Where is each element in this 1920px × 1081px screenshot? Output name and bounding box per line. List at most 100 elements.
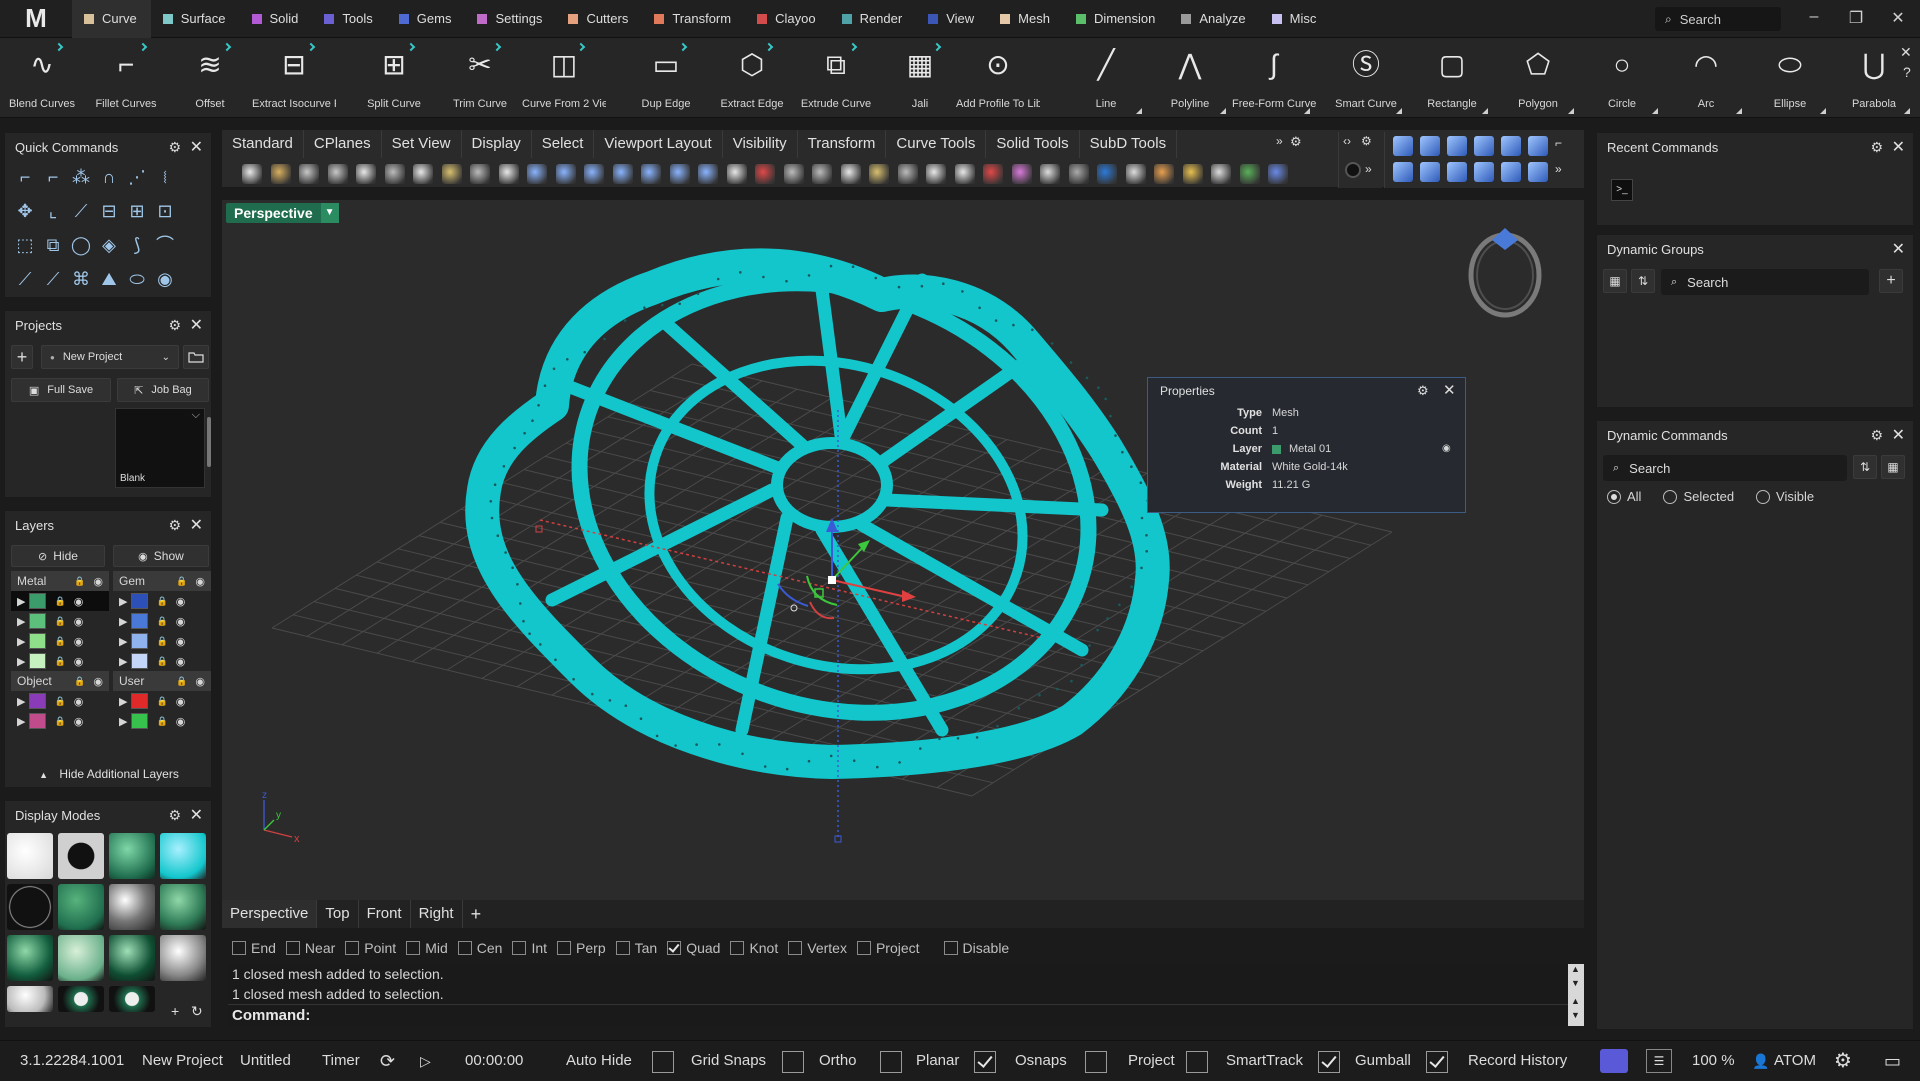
osnap-perp[interactable]: Perp [557, 940, 606, 956]
gear-icon[interactable]: ⚙ [1361, 134, 1372, 148]
folder-icon[interactable] [183, 345, 209, 369]
cplane-icon[interactable] [1474, 162, 1494, 182]
lock-icon[interactable]: 🔒 [156, 696, 167, 707]
play-icon[interactable]: ▶ [17, 655, 25, 668]
display-mode-thumbnail[interactable] [160, 833, 206, 879]
toolbar-tab-display[interactable]: Display [462, 130, 532, 158]
layer-group-gem[interactable]: Gem 🔒 ◉ [113, 571, 211, 591]
toolbar-icon[interactable] [1211, 164, 1231, 184]
quick-command-icon[interactable]: ⬭ [125, 267, 149, 291]
layer-row[interactable]: ▶ 🔒 ◉ [113, 611, 211, 631]
chat-icon[interactable]: ▭ [1884, 1041, 1901, 1081]
project-select[interactable]: ● New Project ⌄ [41, 345, 179, 369]
toolbar-tab-transform[interactable]: Transform [798, 130, 887, 158]
display-mode-thumbnail[interactable] [58, 833, 104, 879]
layer-row[interactable]: ▶ 🔒 ◉ [113, 631, 211, 651]
menu-tab-transform[interactable]: Transform [642, 0, 745, 38]
lock-icon[interactable]: 🔒 [156, 656, 167, 667]
display-mode-thumbnail[interactable] [160, 884, 206, 930]
ribbon-extrude-curve-button[interactable]: ⧉ Extrude Curve [794, 38, 878, 118]
eye-icon[interactable]: ◉ [74, 715, 84, 728]
cplane-icon[interactable] [1420, 162, 1440, 182]
play-icon[interactable]: ▶ [119, 595, 127, 608]
lock-icon[interactable]: 🔒 [176, 676, 187, 687]
layer-row[interactable]: ▶ 🔒 ◉ [11, 631, 109, 651]
reset-timer-icon[interactable]: ⟳ [380, 1041, 395, 1081]
toolbar-icon[interactable] [270, 164, 291, 184]
checkbox[interactable] [457, 941, 472, 955]
eye-icon[interactable]: ◉ [74, 595, 84, 608]
menu-tab-view[interactable]: View [916, 0, 988, 38]
toolbar-icon[interactable] [698, 164, 718, 184]
layer-group-metal[interactable]: Metal 🔒 ◉ [11, 571, 109, 591]
close-icon[interactable]: ✕ [190, 515, 203, 535]
flyout-triangle-icon[interactable] [1652, 108, 1658, 114]
command-scrollbar[interactable]: ▲ ▼ ▲ ▼ [1568, 964, 1584, 1026]
play-icon[interactable]: ▶ [17, 615, 25, 628]
full-save-button[interactable]: ▣ Full Save [11, 378, 111, 402]
lock-icon[interactable]: 🔒 [54, 716, 65, 727]
ribbon-blend-curves-button[interactable]: ∿ Blend Curves [0, 38, 84, 118]
ribbon-free-form-curve-button[interactable]: ∫ Free-Form Curve [1232, 38, 1316, 118]
toolbar-icon[interactable] [441, 164, 462, 184]
quick-command-icon[interactable]: ⧉ [41, 233, 65, 257]
lock-icon[interactable]: 🔒 [156, 716, 167, 727]
eye-icon[interactable]: ◉ [195, 575, 205, 588]
play-icon[interactable]: ▶ [17, 715, 25, 728]
eye-icon[interactable]: ◉ [74, 615, 84, 628]
toolbar-icon[interactable] [1125, 164, 1146, 184]
osnap-project[interactable]: Project [856, 940, 920, 956]
layer-row[interactable]: ▶ 🔒 ◉ [113, 691, 211, 711]
ribbon-add-profile-to-libr-button[interactable]: ⊙ Add Profile To Libr... [956, 38, 1040, 118]
edit-icon[interactable]: ⌵ [192, 409, 200, 422]
quick-command-icon[interactable]: ⟋ [13, 267, 37, 291]
quick-command-icon[interactable]: ⬚ [13, 233, 37, 257]
quick-command-icon[interactable]: ◈ [97, 233, 121, 257]
toolbar-icon[interactable] [641, 164, 661, 184]
calculator-icon[interactable]: ▦ [1603, 269, 1627, 293]
osnap-mid[interactable]: Mid [406, 940, 448, 956]
status-toggle-checkbox[interactable] [880, 1051, 902, 1073]
quick-command-icon[interactable]: ⊡ [153, 199, 177, 223]
play-icon[interactable]: ▶ [119, 615, 127, 628]
cplane-icon[interactable] [1447, 136, 1467, 156]
layer-color-swatch[interactable] [29, 713, 47, 729]
sphere-icon[interactable] [1345, 162, 1361, 178]
play-icon[interactable]: ▶ [119, 695, 127, 708]
flyout-triangle-icon[interactable] [1568, 108, 1574, 114]
ribbon-ellipse-button[interactable]: ⬭ Ellipse [1748, 38, 1832, 118]
user-icon[interactable]: 👤 [1752, 1041, 1769, 1081]
osnap-knot[interactable]: Knot [730, 940, 778, 956]
toolbar-icon[interactable] [1268, 164, 1288, 184]
close-window-button[interactable]: ✕ [1884, 8, 1912, 30]
toolbar-icon[interactable] [584, 164, 604, 184]
close-icon[interactable]: ✕ [1892, 137, 1905, 157]
toolbar-tab-standard[interactable]: Standard [222, 130, 304, 158]
menu-tab-cutters[interactable]: Cutters [556, 0, 642, 38]
display-mode-thumbnail[interactable] [109, 884, 155, 930]
toolbar-icon[interactable] [242, 164, 262, 184]
cplane-icon[interactable] [1474, 136, 1494, 156]
osnap-point[interactable]: Point [345, 940, 396, 956]
osnap-quad[interactable]: Quad [667, 940, 720, 956]
cplane-icon[interactable] [1528, 136, 1548, 156]
ribbon-split-curve-button[interactable]: ⊞ Split Curve [352, 38, 436, 118]
status-toggle-checkbox[interactable] [974, 1051, 996, 1073]
toolbar-icon[interactable] [869, 164, 889, 184]
lock-icon[interactable]: 🔒 [156, 616, 167, 627]
ribbon-rectangle-button[interactable]: ▢ Rectangle [1410, 38, 1494, 118]
play-icon[interactable]: ▶ [17, 595, 25, 608]
quick-command-icon[interactable]: ⟋ [69, 199, 93, 223]
radio-selected[interactable] [1663, 489, 1678, 504]
toolbar-icon[interactable] [1154, 164, 1174, 184]
chevron-down-icon[interactable]: ▼ [1571, 978, 1580, 988]
lock-icon[interactable]: 🔒 [176, 576, 187, 587]
show-layers-button[interactable]: ◉ Show [113, 545, 209, 567]
toolbar-icon[interactable] [1097, 164, 1117, 184]
menu-tab-gems[interactable]: Gems [387, 0, 466, 38]
toolbar-icon[interactable] [1182, 164, 1203, 184]
layer-color-swatch[interactable] [131, 693, 149, 709]
display-mode-thumbnail[interactable] [58, 884, 104, 930]
status-toggle-checkbox[interactable] [782, 1051, 804, 1073]
play-icon[interactable]: ▶ [17, 695, 25, 708]
